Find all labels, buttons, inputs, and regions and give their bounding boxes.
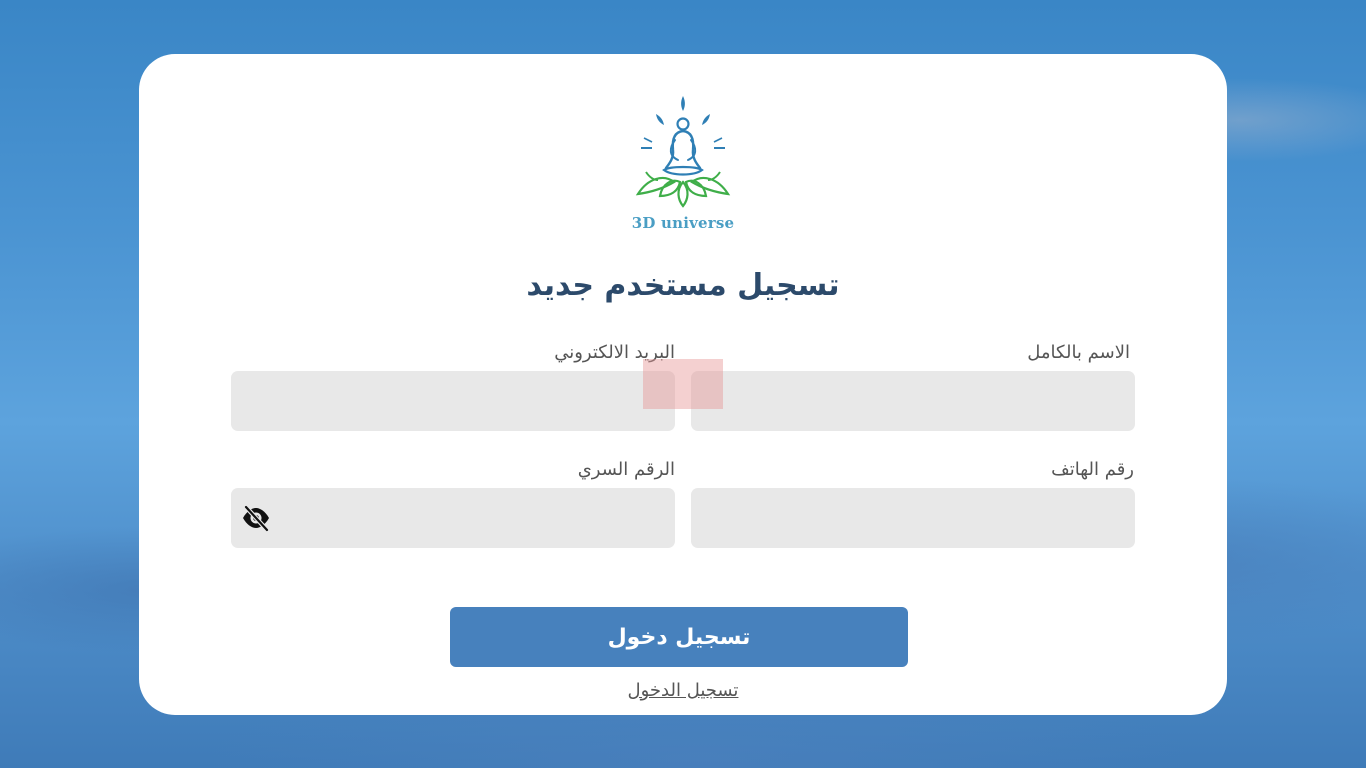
meditation-logo-icon — [635, 96, 731, 208]
full-name-label: الاسم بالكامل — [1027, 342, 1130, 363]
eye-slash-icon[interactable] — [241, 503, 271, 533]
phone-label: رقم الهاتف — [1051, 459, 1134, 480]
email-input[interactable] — [231, 371, 675, 431]
full-name-input[interactable] — [691, 371, 1135, 431]
password-input[interactable] — [231, 488, 675, 548]
watermark-image — [643, 359, 723, 409]
page-title: تسجيل مستخدم جديد — [526, 268, 840, 303]
submit-button[interactable]: تسجيل دخول — [450, 607, 908, 667]
brand-logo: 3D universe — [612, 92, 754, 237]
password-label: الرقم السري — [577, 459, 675, 480]
login-link[interactable]: تسجيل الدخول — [533, 680, 833, 701]
logo-text: 3D universe — [631, 214, 735, 232]
phone-input[interactable] — [691, 488, 1135, 548]
